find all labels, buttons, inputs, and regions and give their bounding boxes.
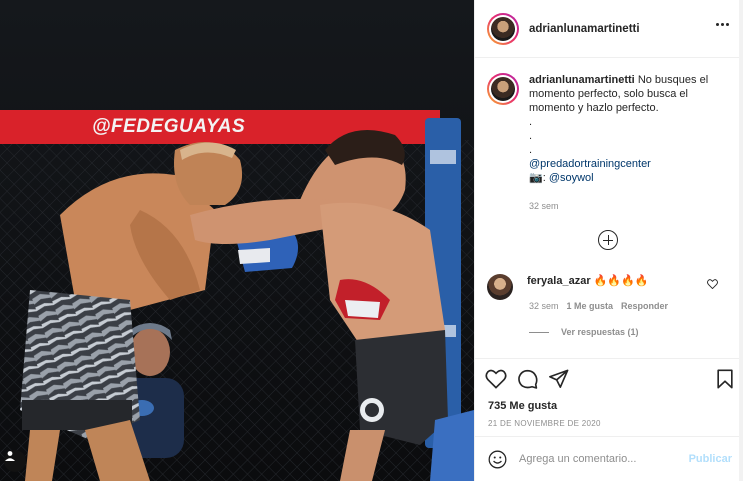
comments-section: adrianlunamartinetti No busques el momen… — [475, 59, 743, 357]
more-horizontal-icon[interactable] — [716, 22, 730, 28]
camera-emoji: 📷: — [529, 172, 549, 184]
comment-heart-icon[interactable] — [707, 279, 718, 289]
publish-button[interactable]: Publicar — [689, 453, 732, 465]
comment-item: feryala_azar 🔥🔥🔥🔥 — [487, 274, 732, 300]
caption-dot: . — [529, 130, 533, 142]
comment-likes[interactable]: 1 Me gusta — [567, 301, 614, 311]
comment-timestamp[interactable]: 32 sem — [529, 301, 559, 311]
caption: adrianlunamartinetti No busques el momen… — [487, 73, 729, 185]
add-comment-bar: Agrega un comentario... Publicar — [475, 436, 743, 481]
plus-circle-icon[interactable] — [598, 230, 618, 250]
user-tag-icon[interactable] — [4, 450, 26, 472]
user-tag-glyph — [5, 451, 15, 461]
caption-username[interactable]: adrianlunamartinetti — [529, 74, 635, 86]
replies-dash — [529, 331, 549, 333]
mma-fight-photo — [0, 0, 474, 481]
caption-dot: . — [529, 116, 533, 128]
comment-icon[interactable] — [517, 369, 538, 389]
post-photo[interactable]: @FEDEGUAYAS — [0, 0, 474, 481]
emoji-icon[interactable] — [488, 450, 507, 469]
post-side-panel: adrianlunamartinetti adrianlunamartinett… — [474, 0, 743, 481]
caption-timestamp[interactable]: 32 sem — [529, 201, 559, 211]
caption-text-block: adrianlunamartinetti No busques el momen… — [529, 73, 729, 185]
caption-avatar[interactable] — [487, 73, 519, 105]
view-replies-label: Ver respuestas (1) — [561, 327, 639, 337]
view-replies-button[interactable]: Ver respuestas (1) — [529, 327, 639, 337]
comment-avatar[interactable] — [487, 274, 513, 300]
likes-count[interactable]: 735 Me gusta — [488, 400, 557, 412]
instagram-post: @FEDEGUAYAS adrianlunamartinetti adrianl… — [0, 0, 743, 481]
banner-text: @FEDEGUAYAS — [92, 116, 246, 137]
heart-icon[interactable] — [485, 369, 507, 389]
comment-username[interactable]: feryala_azar — [527, 275, 591, 287]
caption-photographer-link[interactable]: @soywol — [549, 172, 594, 184]
share-icon[interactable] — [548, 369, 569, 389]
avatar[interactable] — [487, 12, 519, 45]
comment-body: feryala_azar 🔥🔥🔥🔥 — [527, 274, 648, 300]
post-date[interactable]: 21 DE NOVIEMBRE DE 2020 — [488, 419, 601, 428]
comment-meta: 32 sem 1 Me gusta Responder — [529, 301, 668, 311]
post-header: adrianlunamartinetti — [475, 0, 743, 58]
caption-dot: . — [529, 144, 533, 156]
post-actions: 735 Me gusta 21 DE NOVIEMBRE DE 2020 — [475, 358, 743, 435]
action-icons — [485, 369, 569, 389]
comment-input[interactable]: Agrega un comentario... — [519, 453, 689, 465]
bookmark-icon[interactable] — [716, 369, 734, 389]
reply-button[interactable]: Responder — [621, 301, 668, 311]
scrollbar[interactable] — [739, 0, 743, 481]
comment-text: 🔥🔥🔥🔥 — [593, 275, 649, 287]
caption-mention-link[interactable]: @predadortrainingcenter — [529, 157, 729, 171]
header-username[interactable]: adrianlunamartinetti — [529, 23, 640, 35]
